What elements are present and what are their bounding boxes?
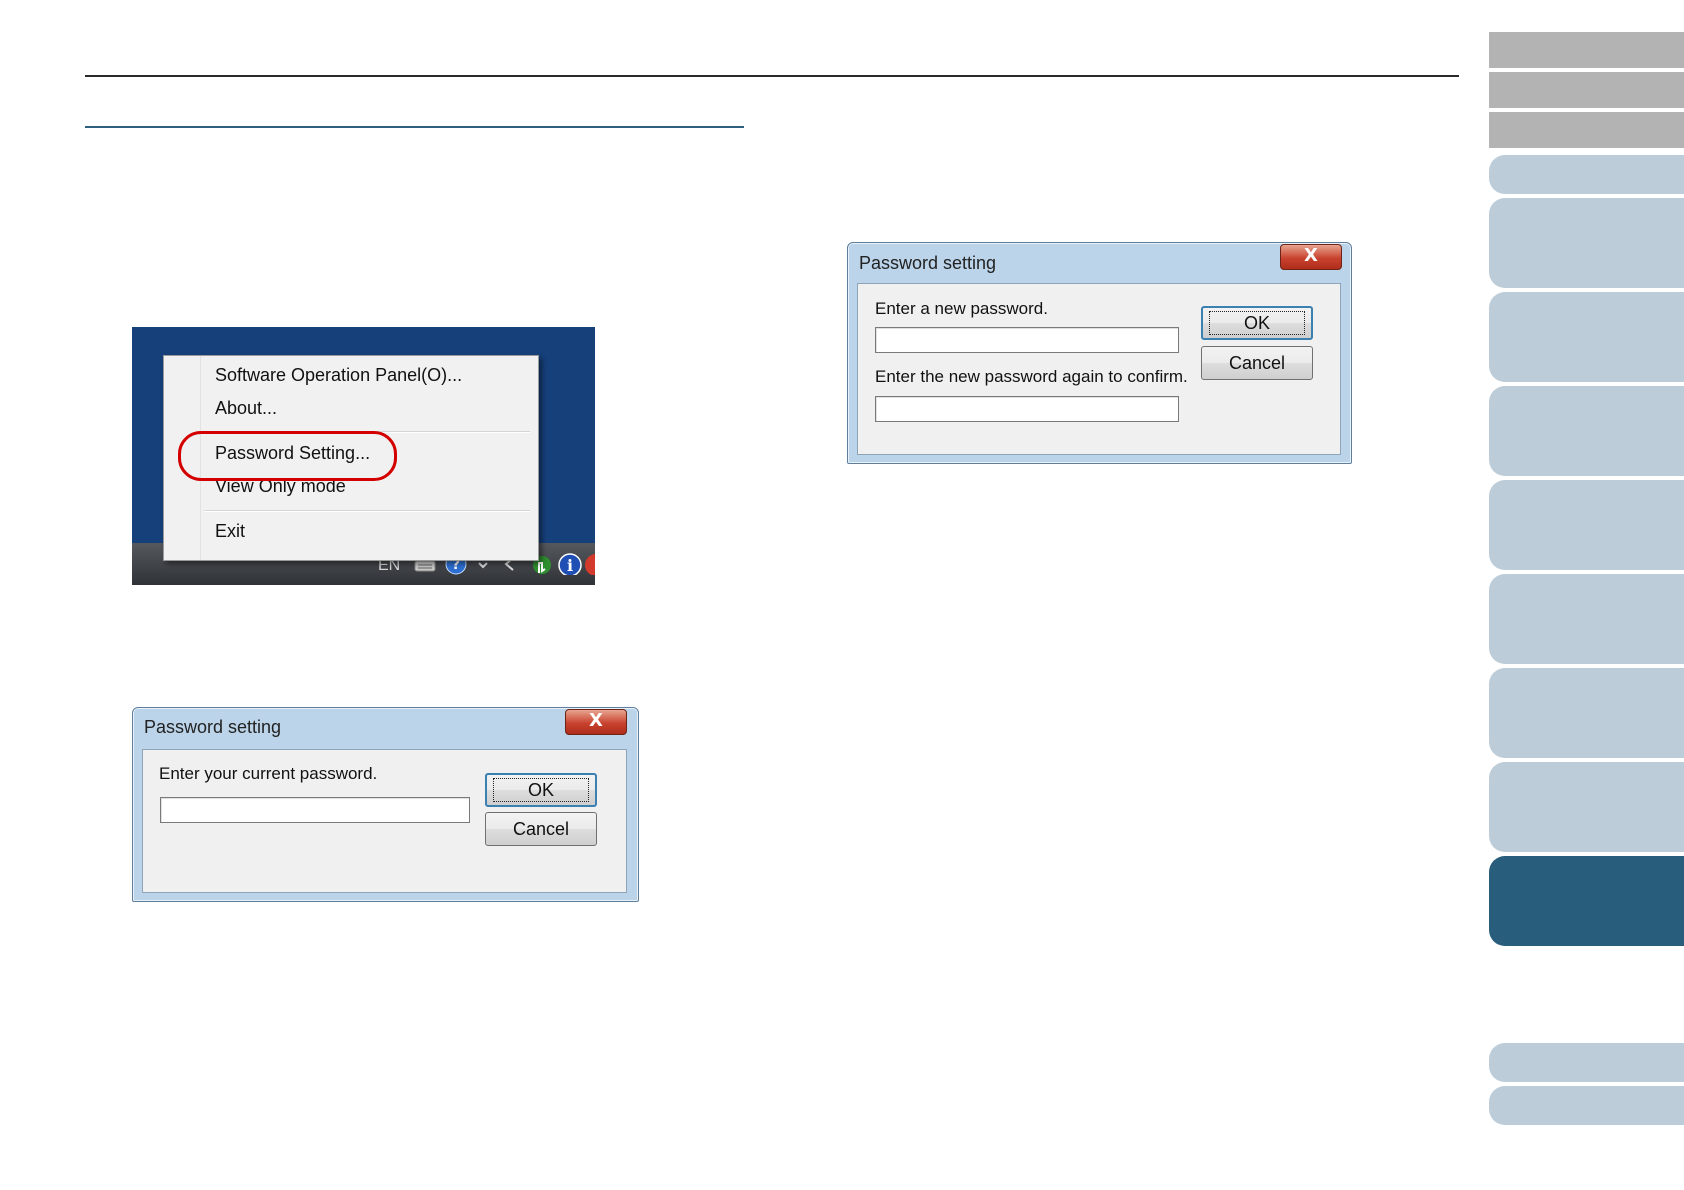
nav-tab-9[interactable] [1489,574,1684,664]
ok-button[interactable]: OK [485,773,597,807]
confirm-password-label: Enter the new password again to confirm. [875,367,1188,386]
new-password-input[interactable] [875,327,1179,353]
password-dialog-new: Password setting X Enter a new password.… [847,242,1352,464]
nav-tab-4[interactable] [1489,155,1684,194]
nav-tab-3[interactable] [1489,112,1684,148]
nav-tab-10[interactable] [1489,668,1684,758]
dialog-title: Password setting [859,253,997,273]
current-password-input[interactable] [160,797,470,823]
menu-separator [204,510,530,512]
dialog-body: Enter your current password. OK Cancel [142,749,627,893]
password-dialog-current: Password setting X Enter your current pa… [132,707,639,902]
ok-button[interactable]: OK [1201,306,1313,340]
nav-tab-6[interactable] [1489,292,1684,382]
svg-text:i: i [567,556,573,575]
confirm-password-input[interactable] [875,396,1179,422]
nav-tab-5[interactable] [1489,198,1684,288]
info-icon: i [558,553,582,575]
nav-tab-13[interactable] [1489,1043,1684,1082]
nav-tab-1[interactable] [1489,32,1684,68]
menu-item-about[interactable]: About... [215,398,277,419]
menu-item-software-operation-panel[interactable]: Software Operation Panel(O)... [215,365,462,386]
highlight-circle [178,431,397,481]
ok-button-label: OK [492,778,589,802]
dialog-body: Enter a new password. Enter the new pass… [857,283,1341,455]
new-password-label: Enter a new password. [875,299,1048,318]
nav-tab-11[interactable] [1489,762,1684,852]
ok-button-label: OK [1208,311,1305,335]
menu-item-exit[interactable]: Exit [215,521,245,542]
section-rule [85,126,744,128]
cancel-button[interactable]: Cancel [1201,346,1313,380]
dialog-title: Password setting [144,717,282,737]
close-button[interactable]: X [565,709,627,735]
nav-tab-2[interactable] [1489,72,1684,108]
nav-tab-12-active[interactable] [1489,856,1684,946]
cancel-button[interactable]: Cancel [485,812,597,846]
header-rule [85,75,1459,77]
nav-tab-7[interactable] [1489,386,1684,476]
nav-tab-14[interactable] [1489,1086,1684,1125]
close-button[interactable]: X [1280,244,1342,270]
nav-tab-8[interactable] [1489,480,1684,570]
current-password-label: Enter your current password. [159,764,378,783]
red-app-icon [585,554,595,575]
